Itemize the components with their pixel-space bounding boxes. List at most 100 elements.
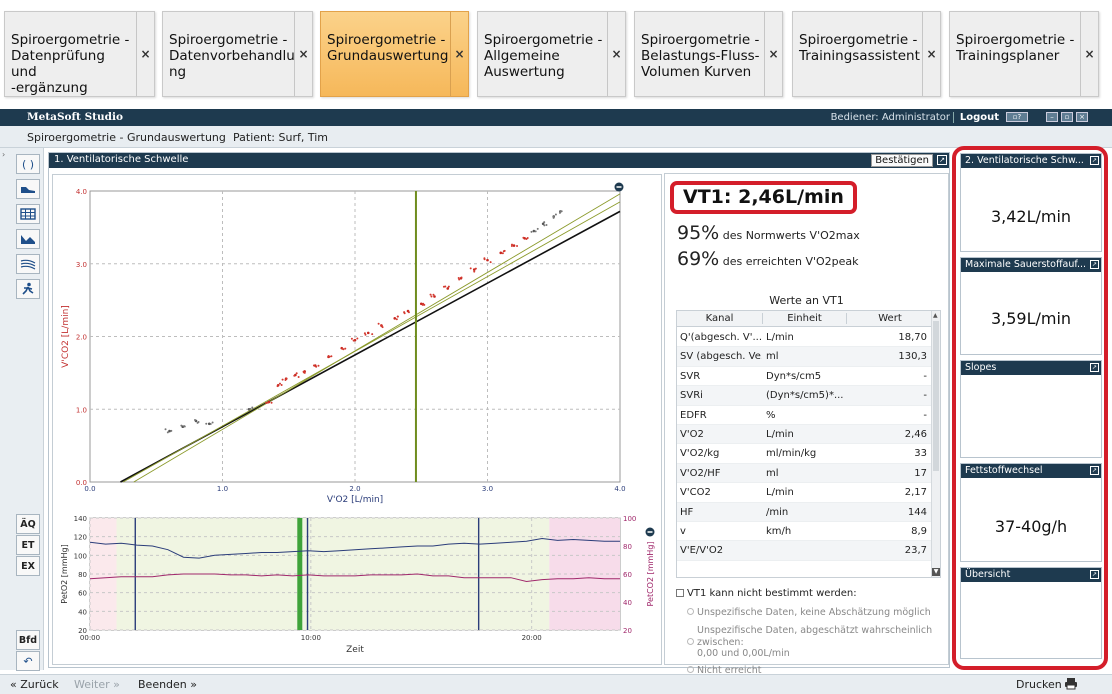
- data-point: [251, 406, 254, 409]
- close-icon[interactable]: ×: [136, 12, 154, 96]
- data-point: [209, 422, 212, 425]
- x-tick-label: 10:00: [301, 634, 321, 642]
- next-button[interactable]: Weiter »: [74, 678, 120, 691]
- close-window-icon[interactable]: ×: [1076, 112, 1088, 122]
- expand-icon[interactable]: ↗: [1090, 466, 1099, 475]
- data-point: [211, 421, 214, 424]
- panel-title: 1. Ventilatorische Schwelle: [54, 154, 189, 165]
- table-icon[interactable]: [16, 204, 40, 224]
- data-point: [166, 431, 169, 434]
- table-row[interactable]: v km/h 8,9: [677, 522, 931, 542]
- pct-normwert-value: 95%: [677, 222, 720, 244]
- et-button[interactable]: ET: [16, 535, 40, 555]
- radio-icon[interactable]: [687, 608, 694, 615]
- data-point: [457, 277, 460, 280]
- charts-svg[interactable]: 0.0 1.0 2.0 3.0 4.00.01.02.03.04.0V'O2 [L/mi…: [53, 175, 661, 664]
- waves-icon[interactable]: [16, 254, 40, 274]
- pct-peak-value: 69%: [677, 248, 720, 270]
- shoe-icon[interactable]: [16, 179, 40, 199]
- summary-column: 2. Ventilatorische Schw... ↗ 3,42L/min Ma…: [952, 146, 1108, 670]
- table-row[interactable]: EDFR% -: [677, 406, 931, 425]
- close-icon[interactable]: ×: [450, 12, 468, 96]
- radio-label: Unspezifische Daten, keine Abschätzung m…: [697, 607, 931, 618]
- cell-channel: SVR: [680, 370, 701, 382]
- radio-icon[interactable]: [687, 637, 694, 645]
- collapse-icon[interactable]: ›: [2, 150, 9, 160]
- workflow-tab-datenvorbehandlung[interactable]: Spiroergometrie - Datenvorbehandlu ng ×: [162, 11, 313, 97]
- table-row[interactable]: Q'(abgesch. V'... L/min 18,70: [677, 328, 931, 348]
- panel-title: Maximale Sauerstoffauf...: [965, 259, 1087, 270]
- undo-icon[interactable]: ↶: [16, 651, 40, 671]
- cell-channel: EDFR: [680, 409, 707, 421]
- parentheses-icon[interactable]: ( ): [16, 154, 40, 174]
- scroll-thumb[interactable]: [933, 321, 939, 471]
- table-row[interactable]: V'O2/HF ml 17: [677, 463, 931, 484]
- table-row[interactable]: V'CO2 L/min 2,17: [677, 483, 931, 503]
- table-row[interactable]: V'O2/kg ml/min/kg 33: [677, 444, 931, 464]
- workflow-tab-fluss-volumen[interactable]: Spiroergometrie - Belastungs-Fluss- Volu…: [634, 11, 783, 97]
- table-row[interactable]: V'E/V'O2 23,7: [677, 541, 931, 561]
- panel-title: 2. Ventilatorische Schw...: [965, 155, 1084, 166]
- workflow-tab-trainingsplaner[interactable]: Spiroergometrie - Trainingsplaner ×: [949, 11, 1099, 97]
- table-row[interactable]: SVR Dyn*s/cm5 -: [677, 367, 931, 387]
- workflow-tab-grundauswertung[interactable]: Spiroergometrie - Grundauswertung ×: [320, 11, 469, 97]
- expand-icon[interactable]: ↗: [1090, 570, 1099, 579]
- column-header[interactable]: Einheit: [763, 313, 847, 324]
- panel-title: Slopes: [965, 362, 997, 373]
- print-button[interactable]: Drucken: [1016, 678, 1062, 691]
- expand-icon[interactable]: ↗: [1090, 156, 1099, 165]
- radio-icon[interactable]: [687, 666, 694, 673]
- ex-button[interactable]: EX: [16, 556, 40, 576]
- table-row[interactable]: SVRi (Dyn*s/cm5)*... -: [677, 386, 931, 406]
- table-row[interactable]: V'O2 L/min 2,46: [677, 425, 931, 445]
- minimize-icon[interactable]: –: [1046, 112, 1058, 122]
- printer-icon[interactable]: [1064, 677, 1078, 693]
- panel-header: Übersicht ↗: [961, 568, 1101, 582]
- table-row[interactable]: HF/min 144: [677, 502, 931, 522]
- overview-panel[interactable]: Übersicht ↗: [960, 567, 1102, 659]
- expand-icon[interactable]: ↗: [1090, 260, 1099, 269]
- data-point: [393, 317, 397, 320]
- scroll-up-icon[interactable]: ▲: [933, 312, 938, 319]
- close-icon[interactable]: ×: [607, 12, 625, 96]
- checkbox[interactable]: [676, 589, 684, 597]
- close-icon[interactable]: ×: [294, 12, 312, 96]
- column-header[interactable]: Wert: [847, 313, 933, 324]
- close-icon[interactable]: ×: [922, 12, 940, 96]
- data-point: [317, 364, 320, 367]
- table-row[interactable]: SV (abgesch. Ve... ml 130,3: [677, 347, 931, 367]
- radio-no-estimate[interactable]: Unspezifische Daten, keine Abschätzung m…: [687, 607, 931, 619]
- workflow-tab-allgemeine-auswertung[interactable]: Spiroergometrie - Allgemeine Auswertung …: [477, 11, 626, 97]
- runner-icon[interactable]: [16, 279, 40, 299]
- expand-icon[interactable]: ↗: [937, 155, 947, 165]
- vo2max-panel[interactable]: Maximale Sauerstoffauf... ↗ 3,59L/min: [960, 257, 1102, 355]
- vt1-undetermined-option[interactable]: VT1 kann nicht bestimmt werden:: [676, 588, 857, 599]
- aeq-button[interactable]: ÄQ: [16, 514, 40, 534]
- chart-icon[interactable]: [16, 229, 40, 249]
- vt2-panel[interactable]: 2. Ventilatorische Schw... ↗ 3,42L/min: [960, 153, 1102, 252]
- cell-channel: V'O2: [680, 429, 704, 440]
- confirm-button[interactable]: Bestätigen: [871, 154, 933, 167]
- column-header[interactable]: Kanal: [677, 313, 763, 324]
- back-button[interactable]: « Zurück: [10, 678, 59, 691]
- slopes-panel[interactable]: Slopes ↗: [960, 360, 1102, 458]
- finish-button[interactable]: Beenden »: [138, 678, 197, 691]
- y-tick-label: 4.0: [76, 188, 87, 196]
- cell-unit: L/min: [766, 429, 794, 440]
- help-icon[interactable]: ▫?: [1006, 112, 1028, 122]
- logout-link[interactable]: Logout: [952, 112, 999, 123]
- close-icon[interactable]: ×: [764, 12, 782, 96]
- cell-channel: SV (abgesch. Ve...: [680, 351, 762, 363]
- restore-icon[interactable]: ▫: [1061, 112, 1073, 122]
- radio-estimate[interactable]: Unspezifische Daten, abgeschätzt wahrsch…: [687, 625, 932, 660]
- panel-title: Übersicht: [965, 569, 1011, 580]
- expand-icon[interactable]: ↗: [1090, 363, 1099, 372]
- panel-title: Fettstoffwechsel: [965, 465, 1043, 476]
- workflow-tab-datenpruefung[interactable]: Spiroergometrie - Datenprüfung und -ergä…: [4, 11, 155, 97]
- close-icon[interactable]: ×: [1080, 12, 1098, 96]
- fat-metabolism-panel[interactable]: Fettstoffwechsel ↗ 37-40g/h: [960, 463, 1102, 562]
- bfd-button[interactable]: Bfd: [16, 630, 40, 650]
- scroll-down-icon[interactable]: ▼: [932, 568, 940, 576]
- workflow-tab-trainingsassistent[interactable]: Spiroergometrie - Trainingsassistent ×: [792, 11, 941, 97]
- table-scrollbar[interactable]: ▲ ▼: [931, 311, 940, 577]
